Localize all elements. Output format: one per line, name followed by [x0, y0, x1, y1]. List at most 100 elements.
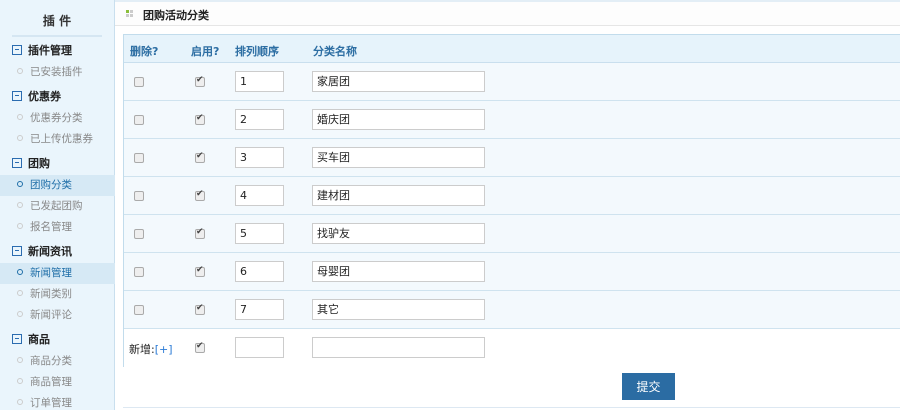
add-row-link[interactable]: [+]: [155, 343, 173, 356]
order-input[interactable]: 6: [235, 261, 284, 282]
order-input[interactable]: 7: [235, 299, 284, 320]
enabled-checkbox[interactable]: [195, 341, 205, 353]
sidebar-item-label: 团购分类: [30, 179, 72, 191]
sidebar-item-label: 报名管理: [30, 221, 72, 233]
sidebar-item[interactable]: 订单管理: [0, 393, 115, 414]
sidebar-group[interactable]: 新闻资讯: [0, 241, 115, 263]
table-header: 删除? 启用? 排列顺序 分类名称: [124, 35, 900, 63]
name-input[interactable]: 建材团: [312, 185, 485, 206]
sidebar-item[interactable]: 已发起团购: [0, 196, 115, 217]
sidebar-item-label: 商品分类: [30, 355, 72, 367]
collapse-icon[interactable]: [12, 158, 22, 168]
table-row: 5 找驴友: [124, 215, 900, 253]
header-order: 排列顺序: [235, 45, 279, 58]
sidebar-title: 插 件: [12, 12, 102, 37]
sidebar-group-label: 商品: [28, 333, 50, 346]
bullet-icon: [17, 290, 23, 296]
sidebar: 插 件 插件管理已安装插件优惠券优惠券分类已上传优惠券 团购团购分类已发起团购报名…: [0, 0, 115, 410]
sidebar-item-label: 新闻管理: [30, 267, 72, 279]
table-row: 6 母婴团: [124, 253, 900, 291]
sidebar-group-label: 团购: [28, 157, 50, 170]
enabled-checkbox[interactable]: [195, 265, 205, 277]
bullet-icon: [17, 269, 23, 275]
page-title: 团购活动分类: [143, 9, 209, 22]
collapse-icon[interactable]: [12, 246, 22, 256]
name-input[interactable]: 母婴团: [312, 261, 485, 282]
table-row: 3 买车团: [124, 139, 900, 177]
collapse-icon[interactable]: [12, 91, 22, 101]
order-input[interactable]: 1: [235, 71, 284, 92]
collapse-icon[interactable]: [12, 334, 22, 344]
delete-checkbox[interactable]: [134, 267, 144, 277]
new-label: 新增:: [129, 343, 155, 356]
sidebar-item[interactable]: 报名管理: [0, 217, 115, 238]
bullet-icon: [17, 357, 23, 363]
enabled-checkbox[interactable]: [195, 303, 205, 315]
sidebar-item-label: 已上传优惠券: [30, 133, 93, 145]
bullet-icon: [17, 399, 23, 405]
order-input[interactable]: 5: [235, 223, 284, 244]
bullet-icon: [17, 135, 23, 141]
name-input[interactable]: [312, 337, 485, 358]
enabled-checkbox[interactable]: [195, 227, 205, 239]
sidebar-item[interactable]: 商品分类: [0, 351, 115, 372]
sidebar-group[interactable]: 商品: [0, 329, 115, 351]
sidebar-item[interactable]: 新闻评论: [0, 305, 115, 326]
sidebar-group[interactable]: 插件管理: [0, 40, 115, 62]
table-row: 4 建材团: [124, 177, 900, 215]
sidebar-item[interactable]: 优惠券分类: [0, 108, 115, 129]
bullet-icon: [17, 202, 23, 208]
delete-checkbox[interactable]: [134, 305, 144, 315]
page-header: 团购活动分类: [115, 0, 900, 26]
header-enabled: 启用?: [191, 45, 220, 58]
name-input[interactable]: 其它: [312, 299, 485, 320]
collapse-icon[interactable]: [12, 45, 22, 55]
name-input[interactable]: 买车团: [312, 147, 485, 168]
bullet-icon: [17, 114, 23, 120]
sidebar-group-label: 插件管理: [28, 44, 72, 57]
sidebar-item-label: 新闻评论: [30, 309, 72, 321]
bullet-icon: [17, 181, 23, 187]
table-row: 7 其它: [124, 291, 900, 329]
bullet-icon: [17, 311, 23, 317]
sidebar-item[interactable]: 已上传优惠券: [0, 129, 115, 150]
order-input[interactable]: [235, 337, 284, 358]
bullet-icon: [17, 223, 23, 229]
divider: [123, 407, 900, 408]
sidebar-item[interactable]: 已安装插件: [0, 62, 115, 83]
header-delete: 删除?: [130, 45, 159, 58]
order-input[interactable]: 4: [235, 185, 284, 206]
sidebar-item-label: 已安装插件: [30, 66, 83, 78]
name-input[interactable]: 找驴友: [312, 223, 485, 244]
sidebar-item[interactable]: 新闻类别: [0, 284, 115, 305]
order-input[interactable]: 2: [235, 109, 284, 130]
delete-checkbox[interactable]: [134, 115, 144, 125]
bullet-icon: [17, 378, 23, 384]
sidebar-item[interactable]: 新闻管理: [0, 263, 115, 284]
sidebar-group[interactable]: 团购: [0, 153, 115, 175]
name-input[interactable]: 家居团: [312, 71, 485, 92]
sidebar-item-label: 新闻类别: [30, 288, 72, 300]
sidebar-item[interactable]: 团购分类: [0, 175, 115, 196]
delete-checkbox[interactable]: [134, 191, 144, 201]
grid-icon: [126, 10, 134, 18]
order-input[interactable]: 3: [235, 147, 284, 168]
enabled-checkbox[interactable]: [195, 189, 205, 201]
enabled-checkbox[interactable]: [195, 113, 205, 125]
table-row: 2 婚庆团: [124, 101, 900, 139]
header-name: 分类名称: [313, 45, 357, 58]
enabled-checkbox[interactable]: [195, 75, 205, 87]
enabled-checkbox[interactable]: [195, 151, 205, 163]
delete-checkbox[interactable]: [134, 77, 144, 87]
new-row: 新增:[+]: [124, 329, 900, 367]
sidebar-item-label: 已发起团购: [30, 200, 83, 212]
sidebar-group[interactable]: 优惠券: [0, 86, 115, 108]
sidebar-item-label: 优惠券分类: [30, 112, 83, 124]
sidebar-item[interactable]: 商品管理: [0, 372, 115, 393]
delete-checkbox[interactable]: [134, 153, 144, 163]
table-row: 1 家居团: [124, 63, 900, 101]
bullet-icon: [17, 68, 23, 74]
delete-checkbox[interactable]: [134, 229, 144, 239]
submit-button[interactable]: 提交: [622, 373, 675, 400]
name-input[interactable]: 婚庆团: [312, 109, 485, 130]
